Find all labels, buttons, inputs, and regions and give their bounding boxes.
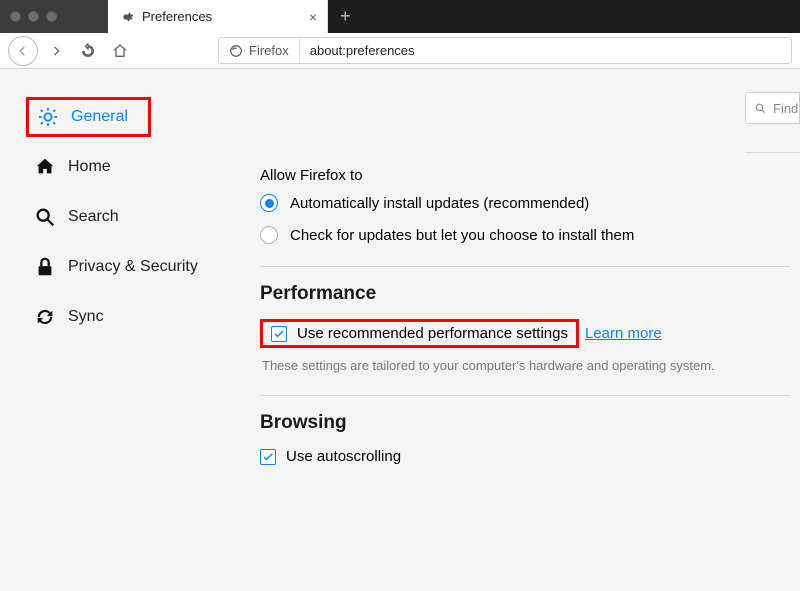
browsing-autoscroll-row[interactable]: Use autoscrolling bbox=[260, 448, 790, 465]
sidebar-item-label: Sync bbox=[68, 308, 104, 326]
search-icon bbox=[754, 102, 767, 115]
window-controls bbox=[0, 0, 108, 33]
checkbox-label: Use autoscrolling bbox=[286, 448, 401, 465]
category-sidebar: General Home Search Privacy & Security S… bbox=[0, 97, 230, 591]
close-tab-icon[interactable]: × bbox=[309, 9, 317, 25]
home-icon bbox=[34, 156, 56, 178]
radio-button[interactable] bbox=[260, 194, 278, 212]
section-divider bbox=[260, 266, 790, 267]
updates-allow-label: Allow Firefox to bbox=[260, 167, 790, 184]
check-icon bbox=[273, 328, 285, 340]
forward-button[interactable] bbox=[42, 37, 70, 65]
sidebar-item-home[interactable]: Home bbox=[26, 147, 230, 187]
home-button[interactable] bbox=[106, 37, 134, 65]
performance-description: These settings are tailored to your comp… bbox=[262, 358, 790, 373]
url-bar[interactable]: Firefox about:preferences bbox=[218, 37, 792, 64]
close-window-button[interactable] bbox=[10, 11, 21, 22]
find-in-preferences[interactable]: Find bbox=[745, 92, 800, 124]
update-option-manual[interactable]: Check for updates but let you choose to … bbox=[260, 226, 790, 244]
find-placeholder: Find bbox=[773, 101, 798, 116]
lock-icon bbox=[34, 256, 56, 278]
preferences-main: Find Allow Firefox to Automatically inst… bbox=[230, 97, 800, 591]
divider bbox=[745, 152, 800, 153]
radio-label: Automatically install updates (recommend… bbox=[290, 195, 589, 212]
reload-button[interactable] bbox=[74, 37, 102, 65]
identity-label: Firefox bbox=[249, 43, 289, 58]
check-icon bbox=[262, 451, 274, 463]
performance-recommended-row[interactable]: Use recommended performance settings bbox=[260, 319, 579, 348]
identity-box[interactable]: Firefox bbox=[219, 38, 300, 63]
minimize-window-button[interactable] bbox=[28, 11, 39, 22]
learn-more-link[interactable]: Learn more bbox=[585, 325, 662, 342]
firefox-icon bbox=[229, 44, 243, 58]
preferences-content: General Home Search Privacy & Security S… bbox=[0, 69, 800, 591]
sidebar-item-label: Home bbox=[68, 158, 111, 176]
radio-label: Check for updates but let you choose to … bbox=[290, 227, 634, 244]
sidebar-item-privacy[interactable]: Privacy & Security bbox=[26, 247, 230, 287]
checkbox[interactable] bbox=[260, 449, 276, 465]
radio-button[interactable] bbox=[260, 226, 278, 244]
titlebar: Preferences × + bbox=[0, 0, 800, 33]
sidebar-item-search[interactable]: Search bbox=[26, 197, 230, 237]
checkbox[interactable] bbox=[271, 326, 287, 342]
browser-tab[interactable]: Preferences × bbox=[108, 0, 328, 33]
sidebar-item-label: Privacy & Security bbox=[68, 258, 198, 276]
search-icon bbox=[34, 206, 56, 228]
sidebar-item-sync[interactable]: Sync bbox=[26, 297, 230, 337]
sidebar-item-label: General bbox=[71, 108, 128, 126]
new-tab-button[interactable]: + bbox=[328, 6, 351, 27]
back-button[interactable] bbox=[8, 36, 38, 66]
performance-heading: Performance bbox=[260, 283, 790, 305]
checkbox-label: Use recommended performance settings bbox=[297, 325, 568, 342]
tab-title: Preferences bbox=[142, 9, 212, 24]
gear-icon bbox=[37, 106, 59, 128]
sidebar-item-general[interactable]: General bbox=[26, 97, 151, 137]
maximize-window-button[interactable] bbox=[46, 11, 57, 22]
navigation-toolbar: Firefox about:preferences bbox=[0, 33, 800, 69]
section-divider bbox=[260, 395, 790, 396]
update-option-auto[interactable]: Automatically install updates (recommend… bbox=[260, 194, 790, 212]
url-text: about:preferences bbox=[300, 43, 425, 58]
browsing-heading: Browsing bbox=[260, 412, 790, 434]
sidebar-item-label: Search bbox=[68, 208, 119, 226]
gear-icon bbox=[118, 9, 134, 25]
sync-icon bbox=[34, 306, 56, 328]
